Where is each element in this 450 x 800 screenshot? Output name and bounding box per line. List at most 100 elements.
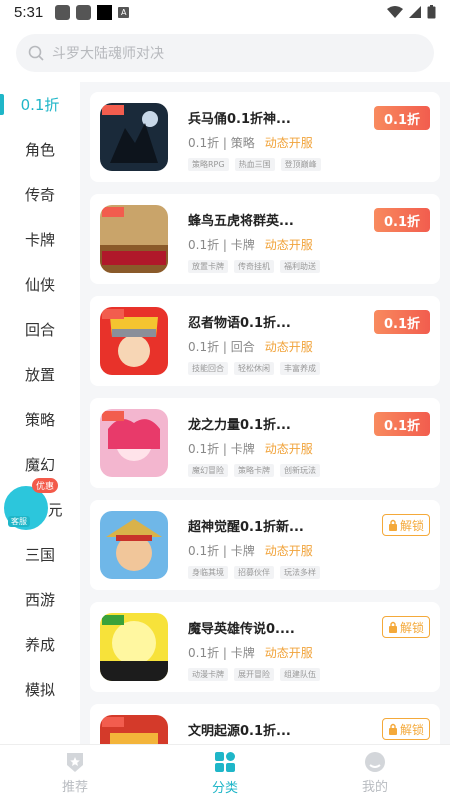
game-meta: 0.1折 | 卡牌 动态开服 [188,646,313,660]
discount-button[interactable]: 0.1折 [374,412,430,436]
tag: 轻松休闲 [234,362,274,375]
discount-button[interactable]: 0.1折 [374,208,430,232]
signal-icon [409,6,421,18]
unlock-label: 解锁 [399,620,424,635]
customer-service-label: 客服 [8,516,30,527]
tag: 策略RPG [188,158,229,171]
sidebar-item-legend[interactable]: 传奇 [0,172,80,217]
game-title: 魔导英雄传说0.... [188,622,295,637]
search-placeholder: 斗罗大陆魂师对决 [52,46,164,62]
server-status: 动态开服 [264,238,313,252]
game-title: 蜂鸟五虎将群英... [188,214,294,229]
sidebar-item-three-kingdoms[interactable]: 三国 [0,532,80,577]
unlock-button[interactable]: 解锁 [382,514,430,536]
game-icon [100,307,168,375]
category-sidebar: 0.1折 角色 传奇 卡牌 仙侠 回合 放置 策略 魔幻 二次元 三国 西游 养… [0,82,80,744]
tag: 动漫卡牌 [188,668,228,681]
lock-icon [388,519,397,531]
unlock-label: 解锁 [399,722,424,737]
discount-text: 0.1折 [188,442,220,456]
lock-icon [388,723,397,735]
sidebar-item-card[interactable]: 卡牌 [0,217,80,262]
nav-profile[interactable]: 我的 [300,745,450,800]
sidebar-item-raising[interactable]: 养成 [0,622,80,667]
tag: 放置卡牌 [188,260,228,273]
game-card[interactable]: 超神觉醒0.1折新... 0.1折 | 卡牌 动态开服 身临其境 招募伙伴 玩法多… [90,500,440,590]
server-status: 动态开服 [264,544,313,558]
category-text: 卡牌 [230,646,255,660]
server-status: 动态开服 [264,646,313,660]
tag-list: 魔幻冒险 策略卡牌 创新玩法 [188,464,320,477]
game-icon [100,103,168,171]
game-title: 兵马俑0.1折神... [188,112,291,127]
lock-icon [388,621,397,633]
game-title: 文明起源0.1折... [188,724,291,739]
server-status: 动态开服 [264,442,313,456]
game-meta: 0.1折 | 卡牌 动态开服 [188,238,313,252]
game-icon [100,715,168,744]
tag-list: 动漫卡牌 展开冒险 组建队伍 [188,668,320,681]
tag: 身临其境 [188,566,228,579]
discount-button[interactable]: 0.1折 [374,106,430,130]
grid-icon [215,751,235,772]
server-status: 动态开服 [264,136,313,150]
game-card[interactable]: 文明起源0.1折... 解锁 [90,704,440,744]
customer-service-float[interactable]: 优惠 客服 [0,478,62,534]
nav-label: 推荐 [61,779,88,795]
game-meta: 0.1折 | 卡牌 动态开服 [188,544,313,558]
unlock-label: 解锁 [399,518,424,533]
sidebar-item-discount[interactable]: 0.1折 [0,82,80,127]
tag-list: 身临其境 招募伙伴 玩法多样 [188,566,320,579]
star-shield-icon [67,752,83,772]
promo-badge: 优惠 [32,478,59,493]
tag: 创新玩法 [280,464,320,477]
nav-category[interactable]: 分类 [150,745,300,800]
sidebar-item-xianxia[interactable]: 仙侠 [0,262,80,307]
search-bar[interactable]: 斗罗大陆魂师对决 [16,34,434,72]
category-text: 卡牌 [230,238,255,252]
discount-text: 0.1折 [188,340,220,354]
sidebar-item-role[interactable]: 角色 [0,127,80,172]
tag: 策略卡牌 [234,464,274,477]
profile-icon [365,751,385,772]
game-card[interactable]: 龙之力量0.1折... 0.1折 | 卡牌 动态开服 魔幻冒险 策略卡牌 创新玩法… [90,398,440,488]
notification-icon [76,4,92,20]
category-text: 卡牌 [230,544,255,558]
sidebar-item-idle[interactable]: 放置 [0,352,80,397]
game-icon [100,409,168,477]
tag: 丰富养成 [280,362,320,375]
tag: 福利助送 [280,260,320,273]
notification-icon [97,4,113,20]
discount-text: 0.1折 [188,238,220,252]
sidebar-item-turn-based[interactable]: 回合 [0,307,80,352]
category-text: 策略 [230,136,255,150]
status-time: 5:31 [14,3,44,21]
sidebar-item-strategy[interactable]: 策略 [0,397,80,442]
discount-text: 0.1折 [188,136,220,150]
sidebar-item-simulation[interactable]: 模拟 [0,667,80,712]
tag-list: 技能回合 轻松休闲 丰富养成 [188,362,320,375]
sidebar-item-journey-west[interactable]: 西游 [0,577,80,622]
game-icon [100,511,168,579]
game-meta: 0.1折 | 回合 动态开服 [188,340,313,354]
notification-icon: A [118,6,130,18]
tag-list: 策略RPG 热血三国 登顶巅峰 [188,158,321,171]
server-status: 动态开服 [264,340,313,354]
battery-icon [427,5,436,19]
tag: 热血三国 [234,158,275,171]
game-list: 兵马俑0.1折神... 0.1折 | 策略 动态开服 策略RPG 热血三国 登顶巅… [80,82,450,744]
game-meta: 0.1折 | 卡牌 动态开服 [188,442,313,456]
game-card[interactable]: 蜂鸟五虎将群英... 0.1折 | 卡牌 动态开服 放置卡牌 传奇挂机 福利助送 … [90,194,440,284]
game-card[interactable]: 忍者物语0.1折... 0.1折 | 回合 动态开服 技能回合 轻松休闲 丰富养成… [90,296,440,386]
game-card[interactable]: 魔导英雄传说0.... 0.1折 | 卡牌 动态开服 动漫卡牌 展开冒险 组建队伍… [90,602,440,692]
game-card[interactable]: 兵马俑0.1折神... 0.1折 | 策略 动态开服 策略RPG 热血三国 登顶巅… [90,92,440,182]
game-meta: 0.1折 | 策略 动态开服 [188,136,313,150]
tag: 技能回合 [188,362,228,375]
tag-list: 放置卡牌 传奇挂机 福利助送 [188,260,320,273]
nav-label: 分类 [211,780,238,796]
unlock-button[interactable]: 解锁 [382,718,430,740]
discount-button[interactable]: 0.1折 [374,310,430,334]
unlock-button[interactable]: 解锁 [382,616,430,638]
nav-recommend[interactable]: 推荐 [0,745,150,800]
game-icon [100,613,168,681]
